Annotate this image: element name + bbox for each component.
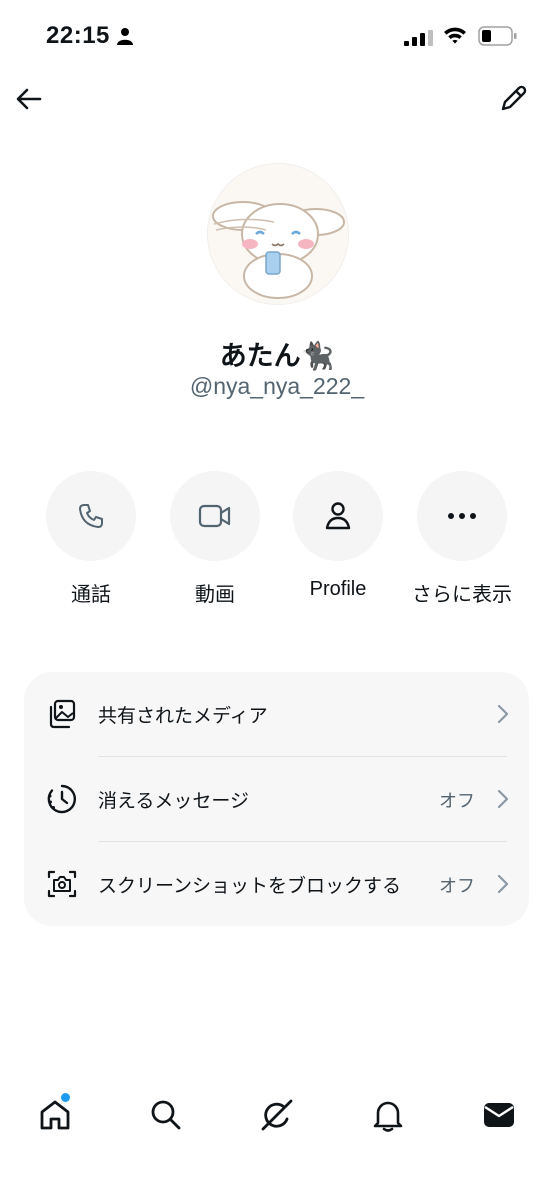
timer-icon (47, 784, 77, 814)
video-icon (198, 504, 231, 528)
wifi-icon (444, 27, 466, 44)
back-button[interactable] (14, 84, 44, 114)
tab-search[interactable] (136, 1085, 196, 1145)
signal-icon (404, 30, 433, 46)
person-status-icon (117, 28, 133, 45)
shared-media-row[interactable]: 共有されたメディア (24, 672, 529, 756)
battery-icon (478, 26, 517, 46)
chevron-right-icon (497, 874, 509, 894)
video-button[interactable] (170, 471, 260, 561)
tab-grok[interactable] (247, 1085, 307, 1145)
disappearing-messages-value: オフ (439, 791, 475, 811)
phone-icon (79, 504, 103, 528)
notifications-icon (373, 1101, 403, 1132)
tab-home[interactable] (25, 1085, 85, 1145)
pencil-icon (501, 85, 527, 111)
screenshot-block-label: スクリーンショットをブロックする (98, 876, 402, 897)
chevron-right-icon (497, 704, 509, 724)
more-action[interactable]: さらに表示 (402, 471, 522, 611)
camera-block-icon (47, 870, 77, 898)
profile-label: Profile (309, 578, 367, 600)
status-time: 22:15 (46, 22, 110, 49)
video-label: 動画 (195, 584, 235, 606)
video-action[interactable]: 動画 (155, 471, 275, 611)
avatar[interactable] (207, 163, 349, 305)
disappearing-messages-row[interactable]: 消えるメッセージ オフ (24, 757, 529, 841)
call-button[interactable] (46, 471, 136, 561)
media-icon (49, 699, 76, 729)
more-label: さらに表示 (412, 584, 512, 606)
more-icon (448, 513, 476, 519)
search-icon (151, 1100, 181, 1130)
notification-dot (61, 1093, 70, 1102)
home-icon (40, 1100, 70, 1130)
edit-button[interactable] (498, 82, 530, 114)
tab-messages[interactable] (469, 1085, 529, 1145)
screenshot-block-row[interactable]: スクリーンショットをブロックする オフ (24, 842, 529, 926)
profile-button[interactable] (293, 471, 383, 561)
person-icon (325, 502, 351, 530)
status-bar: 22:15 (0, 0, 554, 70)
shared-media-label: 共有されたメディア (98, 706, 268, 727)
disappearing-messages-label: 消えるメッセージ (98, 791, 250, 812)
bottom-tab-bar (0, 1085, 554, 1155)
more-button[interactable] (417, 471, 507, 561)
arrow-left-icon (16, 88, 42, 110)
avatar-image (208, 164, 348, 304)
call-label: 通話 (71, 584, 111, 606)
call-action[interactable]: 通話 (31, 471, 151, 611)
tab-notifications[interactable] (358, 1085, 418, 1145)
profile-handle: @nya_nya_222_ (189, 373, 365, 399)
profile-name: あたん🐈‍⬛ (219, 341, 335, 371)
conversation-settings-card: 共有されたメディア 消えるメッセージ オフ スクリーンショットをブロックする オ… (24, 672, 529, 926)
screenshot-block-value: オフ (439, 876, 475, 896)
profile-action[interactable]: Profile (278, 471, 398, 611)
chevron-right-icon (497, 789, 509, 809)
messages-icon (484, 1103, 514, 1127)
grok-icon (261, 1099, 293, 1131)
